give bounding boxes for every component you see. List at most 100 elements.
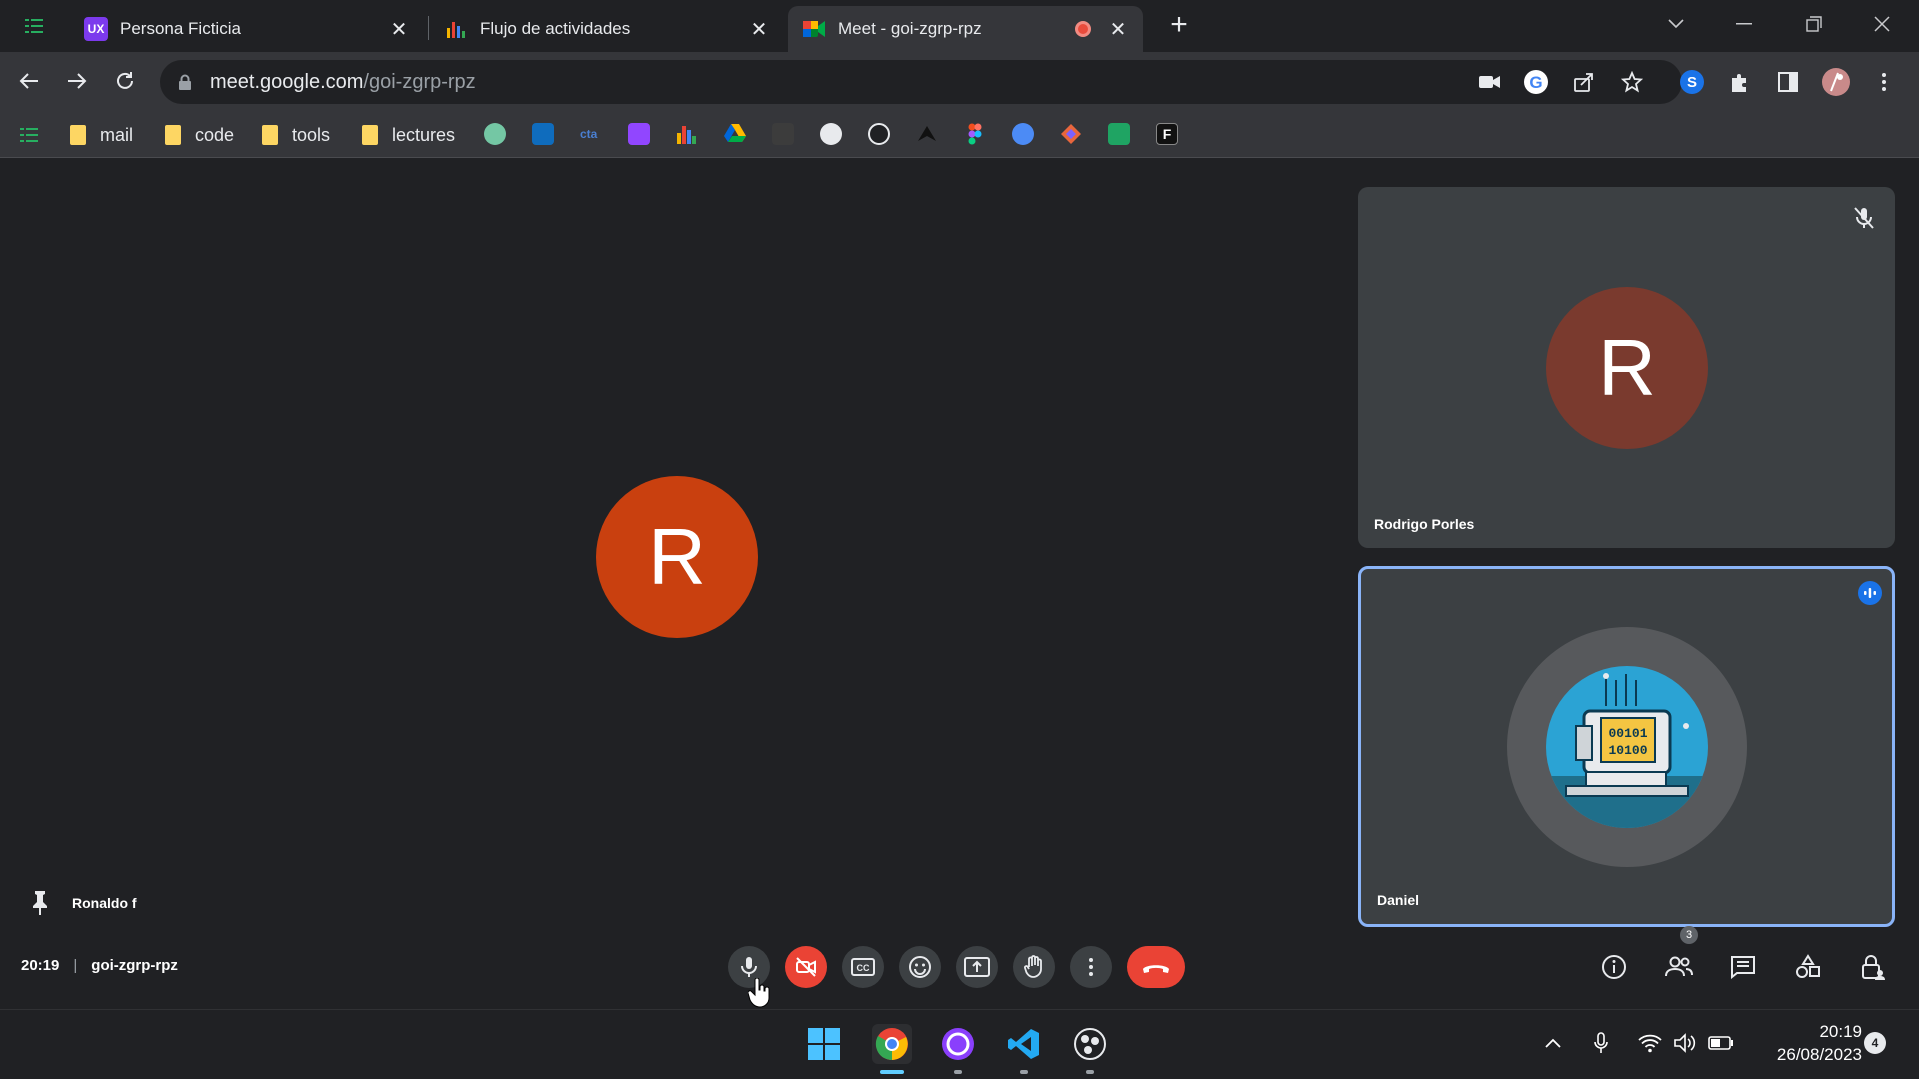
chrome-menu-icon[interactable] [1868, 66, 1900, 98]
sheets-bookmark-icon[interactable] [1108, 123, 1130, 145]
bar-chart-bookmark-icon[interactable] [676, 123, 698, 145]
obs-taskbar-icon[interactable] [1070, 1024, 1110, 1064]
f-bookmark-icon[interactable]: F [1156, 123, 1178, 145]
host-controls-button[interactable] [1854, 948, 1892, 986]
minimize-button[interactable] [1724, 8, 1764, 40]
meeting-details-button[interactable] [1595, 948, 1633, 986]
svg-text:S: S [1687, 74, 1697, 91]
bookmark-star-icon[interactable] [1616, 66, 1648, 98]
tab-meet[interactable]: Meet - goi-zgrp-rpz ✕ [788, 6, 1143, 52]
outlook-bookmark-icon[interactable] [532, 123, 554, 145]
back-button[interactable] [12, 64, 46, 98]
google-drive-bookmark-icon[interactable] [724, 123, 746, 145]
raise-hand-button[interactable] [1013, 946, 1055, 988]
new-tab-button[interactable]: + [1163, 10, 1195, 42]
github-desktop-taskbar-icon[interactable] [938, 1024, 978, 1064]
recording-icon [1075, 21, 1091, 37]
pin-icon[interactable] [30, 890, 50, 916]
share-icon[interactable] [1568, 66, 1600, 98]
info-icon [1602, 955, 1626, 979]
forward-button[interactable] [60, 64, 94, 98]
close-tab-icon[interactable]: ✕ [1107, 18, 1129, 41]
camera-in-use-icon[interactable] [1474, 66, 1506, 98]
chatgpt-bookmark-icon[interactable] [484, 123, 506, 145]
bookmark-folder-lectures[interactable]: lectures [362, 122, 455, 148]
meeting-code: goi-zgrp-rpz [91, 957, 178, 974]
red-logo-bookmark-icon[interactable] [772, 123, 794, 145]
wifi-icon[interactable] [1637, 1030, 1663, 1056]
tab-search-dropdown-icon[interactable] [1656, 8, 1696, 40]
windows-start-icon[interactable] [804, 1024, 844, 1064]
clock-date: 26/08/2023 [1776, 1045, 1862, 1064]
reactions-button[interactable] [899, 946, 941, 988]
folder-icon [362, 125, 378, 145]
participant-tile-daniel[interactable]: 00101 10100 Daniel [1358, 566, 1895, 927]
cta-bookmark-icon[interactable]: cta [580, 123, 602, 145]
profile-avatar[interactable] [1820, 66, 1852, 98]
main-participant-avatar: R [596, 476, 758, 638]
bookmark-folder-mail[interactable]: mail [70, 122, 133, 148]
closed-captions-icon: CC [851, 958, 875, 976]
ux-favicon-icon: UX [84, 17, 108, 41]
chat-icon [1731, 956, 1755, 979]
divider: | [73, 957, 78, 974]
battery-icon[interactable] [1708, 1030, 1734, 1056]
pinned-participant-name: Ronaldo f [72, 895, 137, 911]
pinned-participant-label: Ronaldo f [30, 890, 137, 916]
present-screen-icon [964, 957, 990, 977]
tab-persona-ficticia[interactable]: UX Persona Ficticia ✕ [70, 6, 424, 52]
active-app-indicator [880, 1070, 904, 1074]
microphone-icon [741, 957, 757, 977]
tab-flujo-de-actividades[interactable]: Flujo de actividades ✕ [430, 6, 784, 52]
diamond-bookmark-icon[interactable] [1060, 123, 1082, 145]
tab-title: Meet - goi-zgrp-rpz [838, 19, 982, 38]
mic-off-icon [1851, 205, 1877, 231]
tab-search-icon[interactable] [22, 14, 46, 38]
tab-strip: UX Persona Ficticia ✕ Flujo de actividad… [0, 0, 1919, 52]
bookmark-folder-tools[interactable]: tools [262, 122, 330, 148]
blue-circle-bookmark-icon[interactable] [1012, 123, 1034, 145]
apps-icon[interactable] [20, 122, 40, 148]
google-lens-icon[interactable]: G [1520, 66, 1552, 98]
close-window-button[interactable] [1862, 8, 1902, 40]
address-bar[interactable]: meet.google.com/goi-zgrp-rpz [160, 60, 1682, 104]
football-bookmark-icon[interactable] [820, 123, 842, 145]
camera-off-button[interactable] [785, 946, 827, 988]
bookmark-folder-code[interactable]: code [165, 122, 234, 148]
microphone-tray-icon[interactable] [1588, 1030, 1614, 1056]
meet-icon [802, 17, 826, 41]
captions-button[interactable]: CC [842, 946, 884, 988]
extensions-puzzle-icon[interactable] [1724, 66, 1756, 98]
people-button[interactable] [1660, 948, 1698, 986]
bird-bookmark-icon[interactable] [916, 123, 938, 145]
leave-call-button[interactable] [1127, 946, 1185, 988]
meeting-time: 20:19 [21, 957, 60, 974]
participant-tile-rodrigo[interactable]: R Rodrigo Porles [1358, 187, 1895, 548]
lock-icon[interactable] [178, 74, 192, 90]
close-tab-icon[interactable]: ✕ [748, 18, 770, 41]
close-tab-icon[interactable]: ✕ [388, 18, 410, 41]
restore-button[interactable] [1794, 8, 1834, 40]
system-clock[interactable]: 20:19 26/08/2023 [1752, 1020, 1862, 1066]
participant-name: Rodrigo Porles [1374, 516, 1475, 532]
chat-button[interactable] [1724, 948, 1762, 986]
present-screen-button[interactable] [956, 946, 998, 988]
participant-name: Daniel [1377, 892, 1420, 908]
show-hidden-icons-icon[interactable] [1540, 1030, 1566, 1056]
more-options-button[interactable] [1070, 946, 1112, 988]
notification-count-badge[interactable]: 4 [1864, 1032, 1886, 1054]
soccer-bookmark-icon[interactable] [868, 123, 890, 145]
chrome-taskbar-icon[interactable] [872, 1024, 912, 1064]
tab-title: Persona Ficticia [120, 19, 241, 38]
reload-button[interactable] [108, 64, 142, 98]
extension-s-icon[interactable]: S [1676, 66, 1708, 98]
twitch-bookmark-icon[interactable] [628, 123, 650, 145]
volume-icon[interactable] [1672, 1030, 1698, 1056]
figma-bookmark-icon[interactable] [964, 123, 986, 145]
side-panel-icon[interactable] [1772, 66, 1804, 98]
vscode-taskbar-icon[interactable] [1004, 1024, 1044, 1064]
lock-person-icon [1862, 955, 1885, 980]
activities-shapes-icon [1796, 954, 1820, 978]
activities-button[interactable] [1789, 948, 1827, 986]
folder-icon [70, 125, 86, 145]
